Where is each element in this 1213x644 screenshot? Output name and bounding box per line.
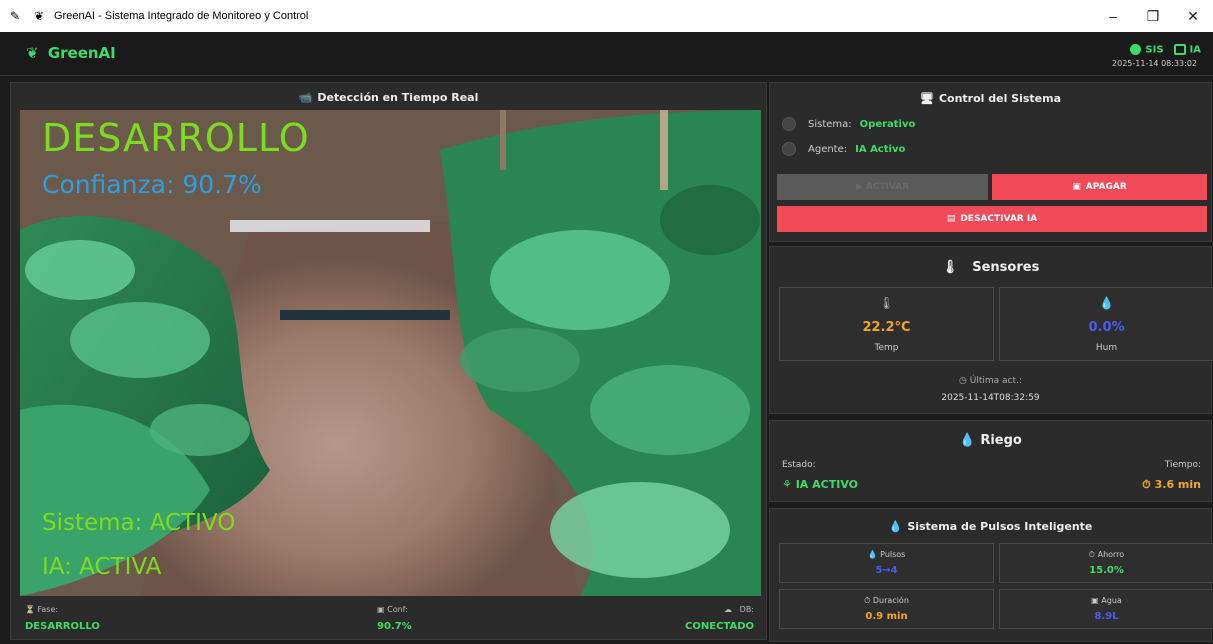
footer-phase-value: DESARROLLO bbox=[25, 621, 100, 632]
sensors-card: 🌡 Sensores 🌡 22.2°C Temp 💧 0.0% Hum ◷ Úl… bbox=[769, 246, 1213, 414]
computer-icon: 🖥 bbox=[919, 92, 934, 105]
thermometer-icon: 🌡 bbox=[941, 260, 959, 275]
pulses-box: 💧 Pulsos 5→4 bbox=[779, 543, 994, 583]
timer-icon: ⏱ bbox=[1142, 478, 1151, 491]
droplet-icon: 💧 bbox=[1099, 296, 1114, 310]
maximize-button[interactable]: ❐ bbox=[1133, 0, 1173, 32]
saving-label: ⏱ Ahorro bbox=[1088, 550, 1125, 559]
irrigation-card: 💧 Riego Estado: ⚘ IA ACTIVO Tiempo: ⏱ 3.6… bbox=[769, 420, 1212, 502]
camera-feed: DESARROLLO Confianza: 90.7% Sistema: ACT… bbox=[20, 110, 761, 596]
water-label: ▣ Agua bbox=[1091, 596, 1122, 605]
footer-confidence-value: 90.7% bbox=[377, 621, 412, 632]
control-card: 🖥 Control del Sistema Sistema: Operativo … bbox=[769, 82, 1212, 242]
quill-icon: ✎ bbox=[10, 9, 21, 23]
sprout-icon: ⚘ bbox=[782, 478, 792, 491]
sensors-title: 🌡 Sensores bbox=[941, 260, 1040, 275]
header-timestamp: 2025-11-14 08:33:02 bbox=[1112, 59, 1197, 68]
header-status: SIS IA bbox=[1130, 44, 1201, 56]
close-button[interactable]: ✕ bbox=[1173, 0, 1213, 32]
brand: ❦ GreenAI bbox=[26, 44, 116, 62]
app-header: ❦ GreenAI SIS IA bbox=[0, 32, 1213, 76]
temp-sensor-box: 🌡 22.2°C Temp bbox=[779, 287, 994, 361]
irrigation-time: ⏱ 3.6 min bbox=[1142, 478, 1201, 491]
duration-label: ⏱ Duración bbox=[864, 596, 909, 605]
system-status-indicator bbox=[782, 117, 796, 131]
brand-name: GreenAI bbox=[47, 44, 116, 62]
hum-value: 0.0% bbox=[1088, 320, 1125, 335]
deactivate-ia-button[interactable]: ▤ DESACTIVAR IA bbox=[777, 206, 1207, 232]
window-controls: – ❐ ✕ bbox=[1093, 0, 1213, 32]
system-status-row: Sistema: Operativo bbox=[782, 117, 915, 131]
agent-status-row: Agente: IA Activo bbox=[782, 142, 905, 156]
window-title: GreenAI - Sistema Integrado de Monitoreo… bbox=[54, 10, 309, 22]
temp-value: 22.2°C bbox=[862, 320, 911, 335]
irrigation-state-label: Estado: bbox=[782, 460, 816, 470]
overlay-phase: DESARROLLO bbox=[42, 116, 310, 160]
timer-icon: ⏱ bbox=[864, 596, 871, 605]
timer-icon: ⏱ bbox=[1088, 550, 1096, 559]
detection-panel: 📹 Detección en Tiempo Real DESARROLLO Co… bbox=[10, 82, 767, 640]
database-icon: ☁ bbox=[724, 605, 733, 614]
status-ia: IA bbox=[1173, 44, 1201, 56]
hum-label: Hum bbox=[1095, 343, 1118, 353]
hum-sensor-box: 💧 0.0% Hum bbox=[999, 287, 1213, 361]
system-status-value: Operativo bbox=[859, 118, 916, 130]
droplet-icon: 💧 bbox=[867, 550, 878, 559]
water-box: ▣ Agua 8.9L bbox=[999, 589, 1213, 629]
control-title: 🖥 Control del Sistema bbox=[919, 92, 1062, 105]
temp-label: Temp bbox=[874, 343, 899, 353]
clock-icon: ◷ bbox=[959, 376, 967, 386]
saving-value: 15.0% bbox=[1089, 565, 1124, 576]
last-update: ◷ Última act.: bbox=[959, 376, 1022, 386]
water-value: 8.9L bbox=[1094, 611, 1119, 622]
robot-icon: ▤ bbox=[946, 214, 956, 224]
footer-phase: ⏳ Fase: DESARROLLO bbox=[25, 605, 100, 632]
droplet-icon: 💧 bbox=[888, 520, 903, 533]
duration-box: ⏱ Duración 0.9 min bbox=[779, 589, 994, 629]
hourglass-icon: ⏳ bbox=[25, 605, 35, 614]
pulses-value: 5→4 bbox=[875, 565, 898, 576]
droplet-icon: 💧 bbox=[959, 433, 976, 448]
pulses-label: 💧 Pulsos bbox=[867, 550, 906, 559]
robot-icon bbox=[782, 142, 796, 156]
thermometer-icon: 🌡 bbox=[878, 296, 895, 310]
detection-title: 📹 Detección en Tiempo Real bbox=[298, 91, 479, 104]
minimize-button[interactable]: – bbox=[1093, 0, 1133, 32]
overlay-confidence: Confianza: 90.7% bbox=[42, 170, 262, 199]
agent-status-value: IA Activo bbox=[855, 143, 906, 155]
duration-value: 0.9 min bbox=[865, 611, 908, 622]
footer-db-value: CONECTADO bbox=[685, 621, 754, 632]
chart-icon: ▣ bbox=[1091, 596, 1099, 605]
window-titlebar: ✎ ❦ GreenAI - Sistema Integrado de Monit… bbox=[0, 0, 1213, 32]
green-dot-icon bbox=[1130, 44, 1142, 55]
status-sis: SIS bbox=[1130, 44, 1164, 56]
footer-db: ☁ DB: CONECTADO bbox=[685, 605, 754, 632]
robot-icon bbox=[1173, 44, 1186, 55]
irrigation-title: 💧 Riego bbox=[959, 433, 1022, 448]
camera-icon: 📹 bbox=[298, 91, 313, 104]
overlay-ia: IA: ACTIVA bbox=[42, 554, 162, 580]
irrigation-time-label: Tiempo: bbox=[1164, 460, 1201, 470]
shutdown-button[interactable]: ▣ APAGAR bbox=[992, 174, 1207, 200]
saving-box: ⏱ Ahorro 15.0% bbox=[999, 543, 1213, 583]
irrigation-state: ⚘ IA ACTIVO bbox=[782, 478, 859, 491]
seedling-icon: ❦ bbox=[26, 44, 39, 62]
footer-confidence: ▣ Conf: 90.7% bbox=[377, 605, 412, 632]
overlay-system: Sistema: ACTIVO bbox=[42, 510, 236, 536]
pulses-card: 💧 Sistema de Pulsos Inteligente 💧 Pulsos … bbox=[769, 508, 1213, 642]
pulses-title: 💧 Sistema de Pulsos Inteligente bbox=[888, 520, 1093, 533]
last-update-value: 2025-11-14T08:32:59 bbox=[941, 393, 1040, 403]
chart-icon: ▣ bbox=[377, 605, 385, 614]
activate-button[interactable]: ▶ ACTIVAR bbox=[777, 174, 988, 200]
power-icon: ▣ bbox=[1072, 182, 1081, 192]
seedling-icon: ❦ bbox=[34, 9, 45, 23]
detection-footer: ⏳ Fase: DESARROLLO ▣ Conf: 90.7% ☁ DB: C… bbox=[11, 598, 766, 640]
